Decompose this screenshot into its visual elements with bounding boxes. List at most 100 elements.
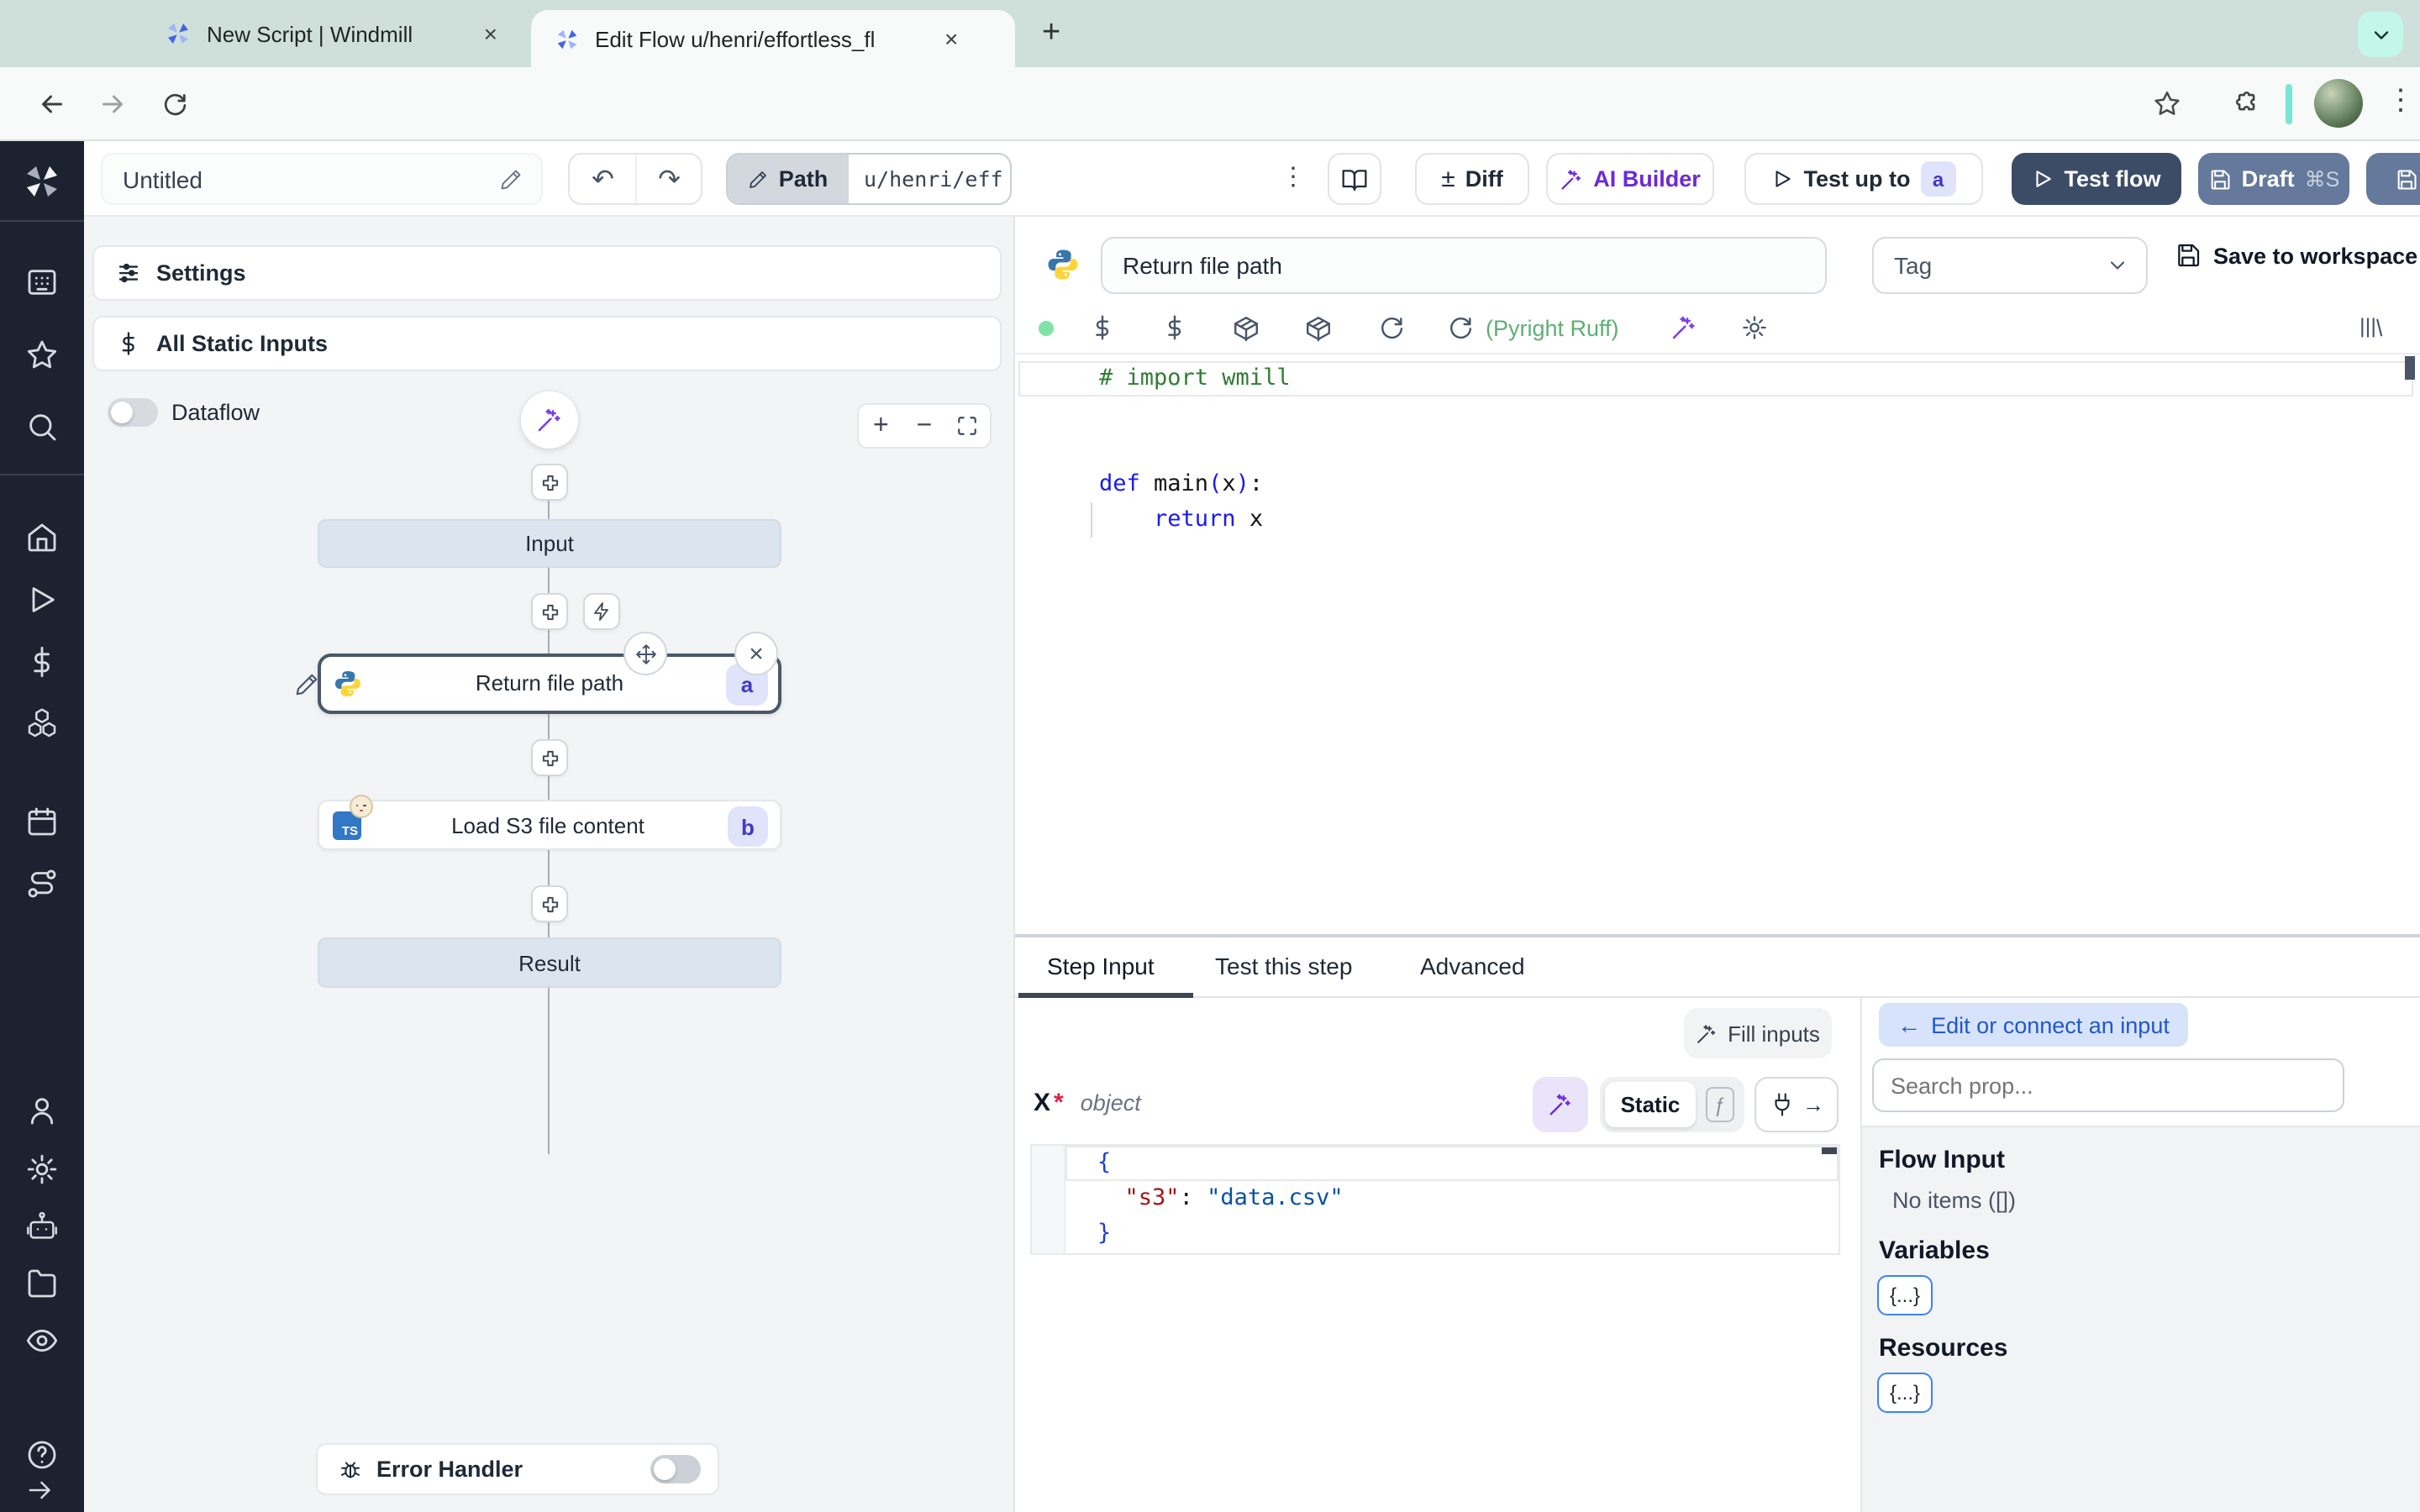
sidebar-item-help[interactable] bbox=[25, 1438, 59, 1472]
flow-result-node[interactable]: Result bbox=[318, 937, 781, 988]
sidebar-item-workflows[interactable] bbox=[25, 867, 59, 900]
error-handler-toggle[interactable] bbox=[650, 1455, 701, 1483]
sidebar-item-audit-logs[interactable] bbox=[25, 1324, 59, 1357]
search-prop-input[interactable] bbox=[1872, 1058, 2344, 1112]
package-icon[interactable] bbox=[1232, 314, 1260, 343]
arg-json-editor[interactable]: { "s3": "data.csv"} bbox=[1030, 1144, 1840, 1255]
undo-button[interactable]: ↶ bbox=[570, 155, 638, 203]
editor-settings-gear-icon[interactable] bbox=[1741, 314, 1768, 341]
tab-test-this-step[interactable]: Test this step bbox=[1215, 953, 1352, 979]
tab-advanced[interactable]: Advanced bbox=[1420, 953, 1525, 979]
lint-status-text[interactable]: (Pyright Ruff) bbox=[1486, 316, 1619, 341]
back-icon[interactable] bbox=[37, 89, 67, 119]
tag-select[interactable]: Tag bbox=[1872, 237, 2148, 294]
sidebar-item-users[interactable] bbox=[25, 1094, 59, 1127]
all-static-inputs-button[interactable]: All Static Inputs bbox=[92, 316, 1002, 371]
reload-icon[interactable] bbox=[161, 91, 188, 118]
flow-name-field[interactable]: Untitled bbox=[101, 153, 543, 205]
browser-tab-new-script[interactable]: New Script | Windmill × bbox=[141, 0, 518, 67]
move-step-handle[interactable] bbox=[623, 632, 667, 675]
docs-button[interactable] bbox=[1328, 153, 1381, 205]
json-scrollbar-thumb[interactable] bbox=[1822, 1147, 1837, 1154]
deploy-button[interactable]: Deploy bbox=[2366, 153, 2420, 205]
package-icon[interactable] bbox=[1304, 314, 1333, 343]
zoom-in-button[interactable]: + bbox=[859, 411, 903, 441]
sidebar-item-apps[interactable] bbox=[25, 265, 59, 299]
tab-step-input[interactable]: Step Input bbox=[1047, 953, 1155, 979]
variable-dollar-icon[interactable] bbox=[1089, 314, 1116, 341]
sidebar-item-runs[interactable] bbox=[25, 583, 59, 617]
add-trigger-button[interactable] bbox=[583, 593, 620, 630]
zoom-out-button[interactable]: − bbox=[903, 411, 946, 441]
library-icon[interactable] bbox=[2358, 314, 2385, 341]
ai-wand-icon[interactable] bbox=[1670, 314, 1697, 341]
new-tab-button[interactable]: + bbox=[1042, 15, 1060, 52]
sidebar-item-schedules[interactable] bbox=[25, 805, 59, 838]
browser-tab-edit-flow[interactable]: Edit Flow u/henri/effortless_fl × bbox=[531, 10, 1015, 67]
path-editor[interactable]: Path u/henri/eff bbox=[726, 153, 1012, 205]
reload-icon[interactable] bbox=[1447, 314, 1474, 341]
add-step-before-result-button[interactable] bbox=[531, 885, 568, 922]
sidebar-item-variables[interactable] bbox=[25, 645, 59, 679]
dataflow-toggle[interactable] bbox=[108, 398, 158, 427]
variable-dollar-icon[interactable] bbox=[1161, 314, 1188, 341]
edit-step-pencil-icon[interactable] bbox=[294, 672, 319, 697]
bookmark-star-icon[interactable] bbox=[2153, 89, 2181, 118]
fill-inputs-button[interactable]: Fill inputs bbox=[1684, 1008, 1832, 1058]
step-name-input[interactable]: Return file path bbox=[1101, 237, 1827, 294]
tab-close-icon[interactable]: × bbox=[484, 20, 497, 47]
variables-braces-button[interactable]: {...} bbox=[1877, 1275, 1933, 1315]
tab-search-button[interactable] bbox=[2358, 12, 2403, 57]
sidebar-item-folders[interactable] bbox=[25, 1267, 59, 1300]
undo-redo-group: ↶ ↷ bbox=[568, 153, 702, 205]
edit-name-pencil-icon[interactable] bbox=[499, 167, 523, 191]
redo-button[interactable]: ↷ bbox=[638, 155, 701, 203]
expression-mode-button[interactable]: ƒ bbox=[1706, 1087, 1734, 1122]
forward-icon[interactable] bbox=[97, 89, 128, 119]
add-step-top-button[interactable] bbox=[531, 464, 568, 501]
error-handler-card[interactable]: Error Handler bbox=[316, 1443, 719, 1495]
arrow-left-icon: ← bbox=[1897, 1011, 1922, 1038]
tab-close-icon[interactable]: × bbox=[944, 25, 958, 52]
dollar-icon bbox=[116, 331, 141, 356]
flow-settings-button[interactable]: Settings bbox=[92, 245, 1002, 301]
diff-button[interactable]: ± Diff bbox=[1415, 153, 1529, 205]
fit-view-button[interactable] bbox=[945, 415, 990, 437]
sidebar-item-home[interactable] bbox=[25, 521, 59, 554]
reload-icon[interactable] bbox=[1378, 314, 1405, 341]
sidebar-item-workers[interactable] bbox=[25, 1210, 59, 1243]
arg-ai-button[interactable] bbox=[1533, 1077, 1588, 1132]
path-label-segment[interactable]: Path bbox=[728, 155, 849, 203]
step-node-a[interactable]: Return file path a × bbox=[318, 632, 781, 714]
edit-connect-input-button[interactable]: ← Edit or connect an input bbox=[1879, 1003, 2188, 1047]
code-editor[interactable]: # import wmill def main(x): return x bbox=[1099, 361, 1291, 538]
sidebar-item-settings[interactable] bbox=[25, 1152, 59, 1186]
save-to-workspace-button[interactable]: Save to workspace bbox=[2175, 242, 2417, 269]
extensions-icon[interactable] bbox=[2233, 89, 2262, 118]
sidebar-item-resources[interactable] bbox=[25, 706, 59, 739]
sidebar-item-favorites[interactable] bbox=[25, 338, 59, 371]
connect-input-button[interactable]: → bbox=[1754, 1077, 1839, 1132]
json-editor-code[interactable]: { "s3": "data.csv"} bbox=[1097, 1146, 1344, 1252]
code-scrollbar-thumb[interactable] bbox=[2405, 356, 2415, 380]
static-mode-button[interactable]: Static bbox=[1605, 1082, 1696, 1127]
resources-braces-button[interactable]: {...} bbox=[1877, 1373, 1933, 1413]
step-node-b[interactable]: TS Load S3 file content b bbox=[318, 795, 781, 850]
add-step-between-button[interactable] bbox=[531, 739, 568, 776]
graph-ai-button[interactable] bbox=[521, 391, 578, 449]
draft-button[interactable]: Draft ⌘S bbox=[2198, 153, 2349, 205]
ai-builder-button[interactable]: AI Builder bbox=[1546, 153, 1714, 205]
path-label: Path bbox=[778, 166, 829, 192]
browser-menu-icon[interactable]: ⋮ bbox=[2386, 84, 2415, 118]
sidebar-expand-icon[interactable] bbox=[25, 1475, 55, 1505]
flow-input-node[interactable]: Input bbox=[318, 519, 781, 568]
add-step-after-input-button[interactable] bbox=[531, 593, 568, 630]
windmill-logo-icon[interactable] bbox=[22, 161, 62, 202]
test-flow-button[interactable]: Test flow bbox=[2012, 153, 2181, 205]
sidebar-item-search[interactable] bbox=[25, 410, 59, 444]
avatar[interactable] bbox=[2314, 79, 2363, 128]
more-options-kebab[interactable]: ⋮ bbox=[1281, 161, 1306, 192]
plus-icon bbox=[539, 471, 560, 493]
delete-step-button[interactable]: × bbox=[734, 632, 778, 675]
test-up-to-button[interactable]: Test up to a bbox=[1744, 153, 1983, 205]
